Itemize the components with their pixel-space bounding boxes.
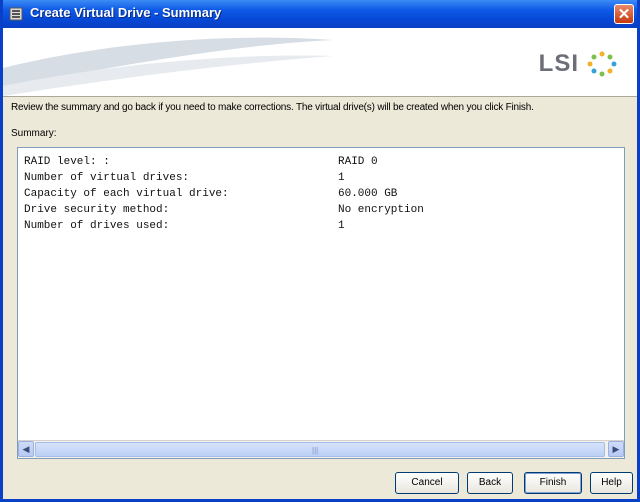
- summary-value: No encryption: [338, 204, 424, 216]
- summary-key: Number of drives used:: [24, 220, 170, 232]
- summary-value: 60.000 GB: [338, 188, 398, 200]
- summary-key: Capacity of each virtual drive:: [24, 188, 229, 200]
- close-icon: ✕: [617, 6, 631, 23]
- summary-text-area[interactable]: RAID level: : RAID 0 Number of virtual d…: [17, 147, 625, 459]
- instruction-text: Review the summary and go back if you ne…: [11, 102, 534, 113]
- dialog-window: Create Virtual Drive - Summary ✕ LSI Rev…: [0, 0, 640, 502]
- close-button[interactable]: ✕: [614, 4, 634, 24]
- scroll-right-button[interactable]: ▶: [608, 441, 624, 457]
- logo-text: LSI: [538, 50, 579, 77]
- back-button[interactable]: Back: [467, 472, 513, 494]
- help-button[interactable]: Help: [590, 472, 633, 494]
- summary-value: RAID 0: [338, 156, 378, 168]
- summary-key: RAID level: :: [24, 156, 110, 168]
- app-icon: [9, 7, 23, 21]
- window-title: Create Virtual Drive - Summary: [30, 5, 222, 20]
- horizontal-scrollbar[interactable]: ◀ ||| ▶: [18, 440, 624, 458]
- summary-label: Summary:: [11, 128, 57, 139]
- arrow-right-icon: ▶: [612, 444, 620, 454]
- title-bar[interactable]: Create Virtual Drive - Summary ✕: [3, 0, 637, 28]
- header-banner: LSI: [3, 28, 637, 97]
- arrow-left-icon: ◀: [22, 444, 30, 454]
- summary-value: 1: [338, 220, 345, 232]
- summary-value: 1: [338, 172, 345, 184]
- grip-icon: |||: [312, 446, 319, 455]
- scrollbar-thumb[interactable]: |||: [35, 442, 605, 457]
- summary-key: Number of virtual drives:: [24, 172, 190, 184]
- finish-button[interactable]: Finish: [524, 472, 582, 494]
- scroll-left-button[interactable]: ◀: [18, 441, 34, 457]
- summary-key: Drive security method:: [24, 204, 170, 216]
- logo-mark-icon: [587, 51, 617, 77]
- cancel-button[interactable]: Cancel: [395, 472, 459, 494]
